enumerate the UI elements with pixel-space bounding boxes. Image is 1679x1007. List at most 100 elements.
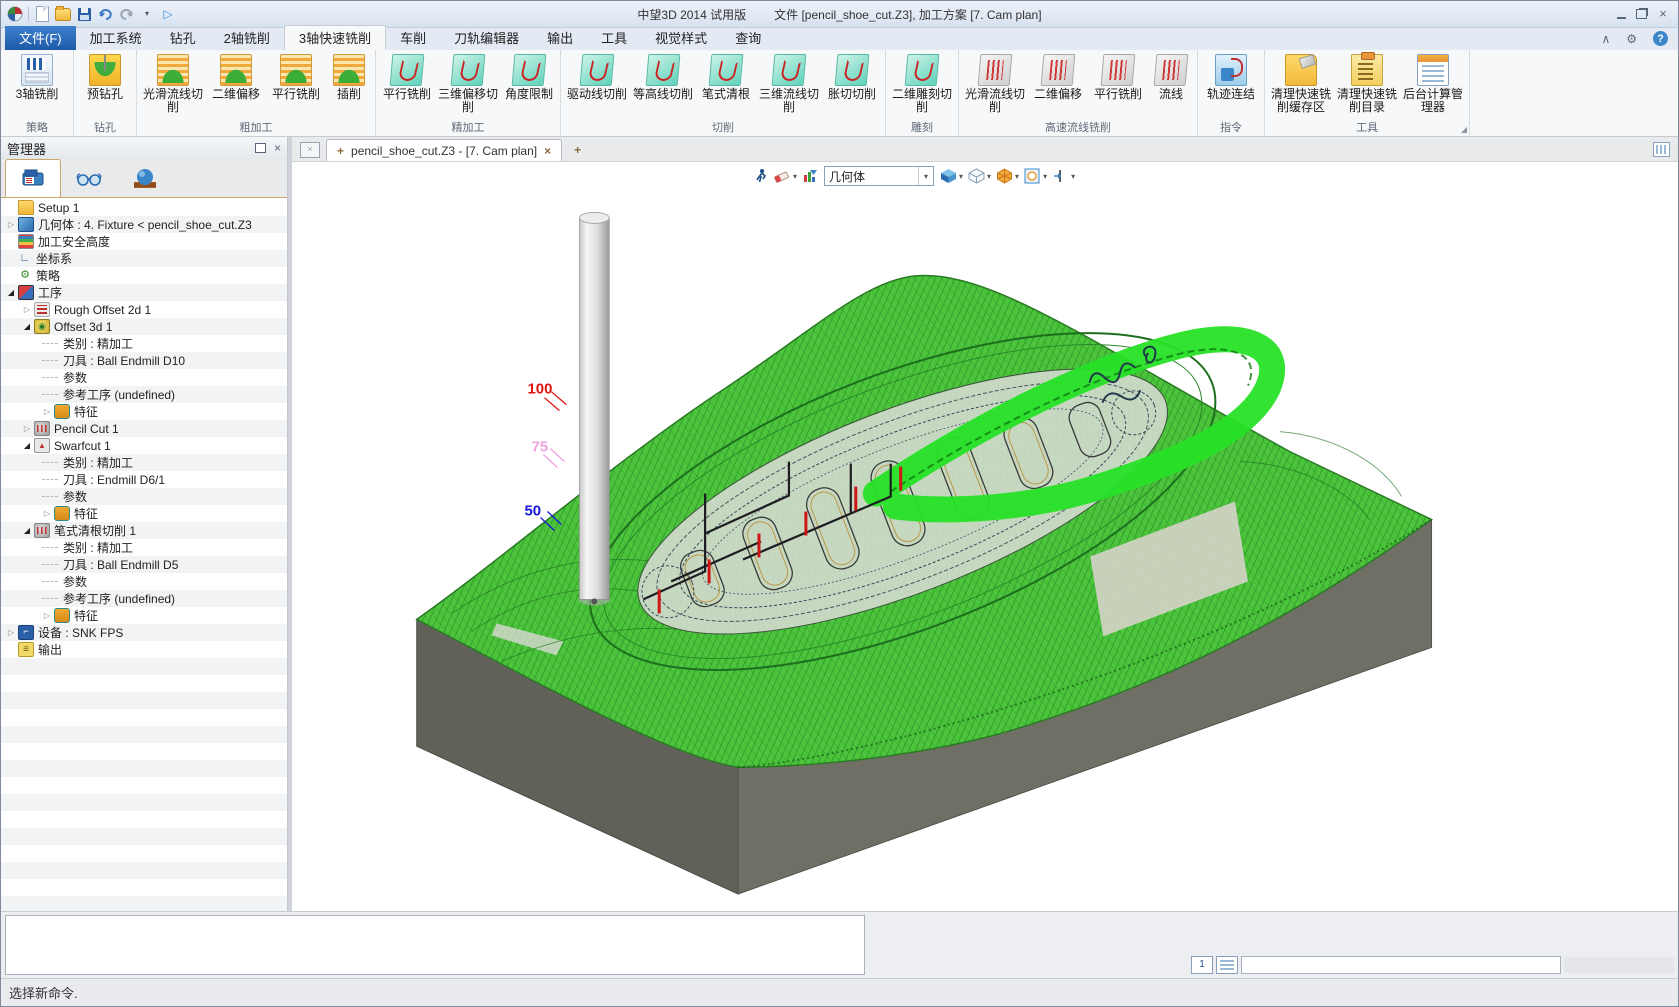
expander-icon[interactable]: ▷: [41, 509, 53, 518]
button-hsm-flowline[interactable]: 流线: [1148, 50, 1194, 101]
preview-icon[interactable]: [1023, 167, 1041, 185]
button-3d-flowline-cut[interactable]: 三维流线切削: [756, 50, 822, 114]
help-icon[interactable]: ?: [1653, 31, 1668, 46]
tab-3axis-quick-milling[interactable]: 3轴快速铣削: [284, 25, 386, 50]
expander-icon[interactable]: ◢: [21, 526, 33, 535]
tree-item-strategy[interactable]: 策略: [1, 267, 287, 284]
tree-item-features[interactable]: ▷特征: [1, 403, 287, 420]
new-file-button[interactable]: [34, 6, 50, 22]
panel-restore-button[interactable]: [255, 143, 266, 153]
qat-customize-dropdown-icon[interactable]: ▾: [139, 6, 155, 22]
tab-file[interactable]: 文件(F): [5, 26, 76, 50]
tree-item-swarfcut[interactable]: ◢Swarfcut 1: [1, 437, 287, 454]
erase-dropdown-icon[interactable]: ▾: [793, 172, 797, 181]
expander-icon[interactable]: ▷: [5, 220, 17, 229]
section-dropdown-icon[interactable]: ▾: [1071, 172, 1075, 181]
button-background-calc-manager[interactable]: 后台计算管理器: [1400, 50, 1466, 114]
tree-item-operations[interactable]: ◢工序: [1, 284, 287, 301]
tree-item-parameters[interactable]: 参数: [1, 369, 287, 386]
tab-output[interactable]: 输出: [533, 26, 587, 50]
button-clear-qm-buffer[interactable]: 清理快速铣削缓存区: [1268, 50, 1334, 114]
facet-display-icon[interactable]: [995, 167, 1013, 185]
tree-item-pencil-cut[interactable]: ▷Pencil Cut 1: [1, 420, 287, 437]
tree-item-geometry[interactable]: ▷几何体 : 4. Fixture < pencil_shoe_cut.Z3: [1, 216, 287, 233]
collapse-ribbon-icon[interactable]: ∧: [1601, 32, 1610, 46]
expander-icon[interactable]: ▷: [41, 407, 53, 416]
button-angle-limit[interactable]: 角度限制: [501, 50, 557, 101]
tree-item-clearance[interactable]: 加工安全高度: [1, 233, 287, 250]
redo-button[interactable]: [118, 6, 134, 22]
shaded-dropdown-icon[interactable]: ▾: [959, 172, 963, 181]
tab-machining-system[interactable]: 加工系统: [76, 26, 156, 50]
tree-item-tool[interactable]: 刀具 : Ball Endmill D10: [1, 352, 287, 369]
tab-cam-manager[interactable]: [5, 159, 61, 197]
command-input[interactable]: [1241, 956, 1561, 974]
run-button[interactable]: ▷: [160, 6, 176, 22]
expander-icon[interactable]: ▷: [21, 424, 33, 433]
expander-icon[interactable]: ◢: [21, 441, 33, 450]
button-zlevel-cut[interactable]: 等高线切削: [630, 50, 696, 101]
tree-item-ref-op[interactable]: 参考工序 (undefined): [1, 590, 287, 607]
tree-item-parameters[interactable]: 参数: [1, 488, 287, 505]
tab-tools[interactable]: 工具: [587, 26, 641, 50]
wireframe-display-icon[interactable]: [967, 167, 985, 185]
shaded-display-icon[interactable]: [939, 167, 957, 185]
tab-turning[interactable]: 车削: [386, 26, 440, 50]
tool-cylinder[interactable]: [578, 212, 610, 605]
settings-gear-icon[interactable]: ⚙: [1626, 32, 1637, 46]
expander-icon[interactable]: ▷: [21, 305, 33, 314]
tab-visibility-manager[interactable]: [61, 159, 117, 197]
tab-2axis-milling[interactable]: 2轴铣削: [210, 26, 284, 50]
tab-toolpath-editor[interactable]: 刀轨编辑器: [440, 26, 533, 50]
save-button[interactable]: [76, 6, 92, 22]
tree-item-output[interactable]: 输出: [1, 641, 287, 658]
tree-item-class[interactable]: 类别 : 精加工: [1, 454, 287, 471]
tab-close-icon[interactable]: ×: [544, 144, 551, 158]
combo-dropdown-icon[interactable]: ▾: [918, 167, 933, 185]
tree-item-features[interactable]: ▷特征: [1, 607, 287, 624]
prompt-counter-button[interactable]: 1: [1191, 956, 1213, 974]
button-offset-2d[interactable]: 二维偏移: [206, 50, 266, 101]
expander-icon[interactable]: ▷: [5, 628, 17, 637]
restore-button[interactable]: [1636, 9, 1647, 19]
tree-item-pencil-cleanup-cut[interactable]: ◢笔式清根切削 1: [1, 522, 287, 539]
expander-icon[interactable]: ▷: [41, 611, 53, 620]
button-hsm-parallel-mill[interactable]: 平行铣削: [1088, 50, 1148, 101]
preview-dropdown-icon[interactable]: ▾: [1043, 172, 1047, 181]
tree-item-features[interactable]: ▷特征: [1, 505, 287, 522]
close-button[interactable]: ×: [1656, 8, 1670, 20]
tree-item-tool[interactable]: 刀具 : Endmill D6/1: [1, 471, 287, 488]
button-3axis-mill[interactable]: 3轴铣削: [4, 50, 70, 101]
filter-combo[interactable]: 几何体 ▾: [824, 166, 934, 186]
button-pencil-cleanup[interactable]: 笔式清根: [696, 50, 756, 101]
tree-item-class[interactable]: 类别 : 精加工: [1, 335, 287, 352]
tree-item-rough-offset-2d[interactable]: ▷Rough Offset 2d 1: [1, 301, 287, 318]
viewport-3d-scene[interactable]: 100 75 50: [292, 162, 1678, 911]
tab-drilling[interactable]: 钻孔: [156, 26, 210, 50]
tab-visual-style[interactable]: 视觉样式: [641, 26, 721, 50]
tab-render-manager[interactable]: [117, 159, 173, 197]
button-offset-3d-cut[interactable]: 三维偏移切削: [435, 50, 501, 114]
panel-close-button[interactable]: ×: [274, 143, 281, 153]
erase-icon[interactable]: [773, 167, 791, 185]
new-tab-button[interactable]: +: [574, 143, 581, 157]
walkthrough-icon[interactable]: [752, 167, 770, 185]
tree-item-offset-3d[interactable]: ◢Offset 3d 1: [1, 318, 287, 335]
button-hsm-smooth-flow-cut[interactable]: 光滑流线切削: [962, 50, 1028, 114]
tree-item-ref-op[interactable]: 参考工序 (undefined): [1, 386, 287, 403]
minimize-button[interactable]: [1617, 9, 1626, 19]
app-logo-icon[interactable]: [7, 6, 23, 22]
wireframe-dropdown-icon[interactable]: ▾: [987, 172, 991, 181]
button-drive-line-cut[interactable]: 驱动线切削: [564, 50, 630, 101]
button-bulge-cut[interactable]: 胀切切削: [822, 50, 882, 101]
button-clear-qm-directory[interactable]: 清理快速铣削目录: [1334, 50, 1400, 114]
undo-button[interactable]: [97, 6, 113, 22]
window-arrange-icon[interactable]: [1653, 142, 1670, 157]
button-parallel-mill-finish[interactable]: 平行铣削: [379, 50, 435, 101]
tab-list-icon[interactable]: ×: [300, 142, 320, 158]
tree-item-parameters[interactable]: 参数: [1, 573, 287, 590]
tree-item-setup[interactable]: Setup 1: [1, 199, 287, 216]
button-parallel-mill-rough[interactable]: 平行铣削: [266, 50, 326, 101]
history-list-button[interactable]: [1216, 956, 1238, 974]
document-tab[interactable]: + pencil_shoe_cut.Z3 - [7. Cam plan] ×: [326, 139, 562, 161]
